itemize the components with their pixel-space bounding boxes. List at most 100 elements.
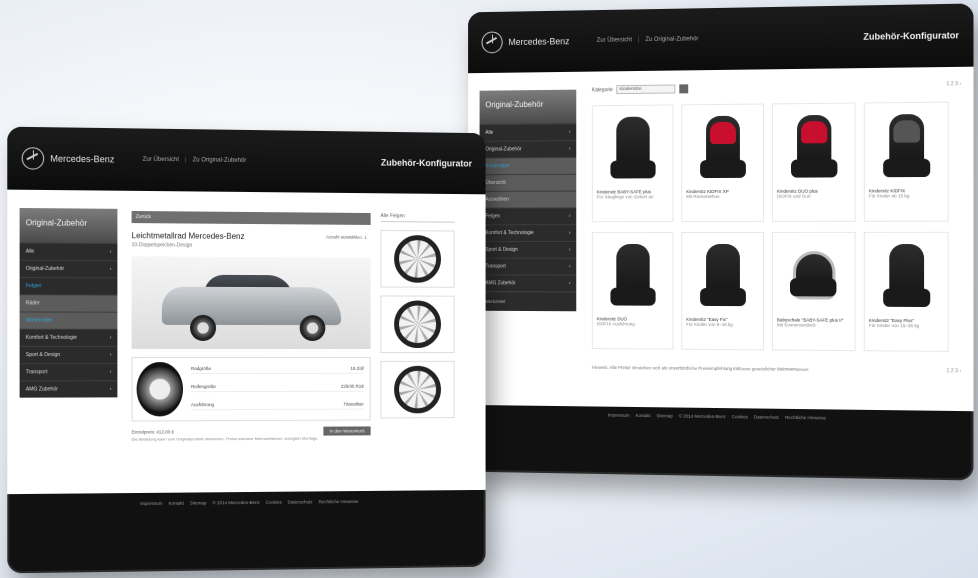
spec-box: Radgröße 18 Zoll Reifengröße 225/45 R18 Au… <box>132 357 371 422</box>
rim-thumbnail[interactable] <box>380 361 454 419</box>
filter-row: Kategorie Kindersitze <box>592 84 689 94</box>
footer-link[interactable]: Sitemap <box>657 413 673 418</box>
breadcrumb-overview-link[interactable]: Zur Übersicht <box>597 37 632 43</box>
chevron-right-icon: › <box>569 264 571 270</box>
baby-carrier-image <box>793 251 835 299</box>
tablet-screen-front: Mercedes-Benz Zur Übersicht | Zu Origina… <box>7 127 485 574</box>
breadcrumb: Zur Übersicht | Zu Original-Zubehör <box>597 36 699 44</box>
footer-links: Impressum Kontakt Sitemap © 2014 Mercede… <box>7 498 485 508</box>
product-detail-panel: Zurück Leichtmetallrad Mercedes-Benz 10-… <box>132 211 371 437</box>
spec-label: Radgröße <box>191 366 211 371</box>
sidebar-item-sport[interactable]: Sport & Design › <box>20 346 118 363</box>
rim-thumbnail[interactable] <box>380 295 454 353</box>
category-select[interactable]: Kindersitze <box>617 84 676 94</box>
sidebar-item-amg[interactable]: AMG Zubehör › <box>480 274 577 291</box>
sidebar-item-rims[interactable]: Felgen <box>20 277 118 295</box>
product-desc: Mit Rückenlehne <box>686 194 759 199</box>
rims-column: Alle Felgen <box>380 213 454 418</box>
child-seat-image <box>889 114 924 177</box>
pagination-bottom[interactable]: 1 2 3 › <box>946 368 961 374</box>
sidebar-item-rims[interactable]: Felgen › <box>480 207 577 224</box>
product-tile[interactable]: Babyschale "BABY-SAFE plus II" Mit Sonnen… <box>772 232 856 351</box>
chevron-right-icon: › <box>110 335 112 341</box>
sidebar-item-label: Komfort & Technologie <box>26 335 77 341</box>
footer-link[interactable]: Datenschutz <box>288 499 313 504</box>
footer-copyright: © 2014 Mercedes-Benz <box>212 500 259 505</box>
sidebar-item-amg[interactable]: AMG Zubehör › <box>20 380 118 397</box>
spec-row: Ausführung Titansilber <box>191 402 364 411</box>
footer-link[interactable]: Impressum <box>140 501 162 506</box>
child-seat-image <box>889 244 924 307</box>
watchlist-link[interactable]: Merkzettel <box>485 299 505 304</box>
sidebar-item-child-seats[interactable]: Kindersitze <box>480 157 577 174</box>
wheel-detail-image <box>137 362 183 416</box>
chevron-right-icon: › <box>569 247 571 253</box>
sidebar-item-label: Winterräder <box>26 318 53 324</box>
sidebar-item-all[interactable]: Alle › <box>480 123 577 141</box>
page-title: Zubehör-Konfigurator <box>863 30 959 42</box>
sidebar-item-all[interactable]: Alle › <box>20 242 118 260</box>
breadcrumb-accessories-link[interactable]: Zu Original-Zubehör <box>193 157 247 164</box>
footer-link[interactable]: Datenschutz <box>754 414 779 419</box>
sidebar-item-label: Felgen <box>485 213 500 219</box>
back-link[interactable]: Zurück <box>132 211 371 225</box>
product-tile[interactable]: Kindersitz "Easy Fix" Für Kinder von 9–18… <box>681 232 764 350</box>
add-to-cart-button[interactable]: In den Warenkorb <box>324 426 371 435</box>
sidebar-item-winter-wheels[interactable]: Winterräder <box>20 311 118 328</box>
product-tile[interactable]: Kindersitz DUO ISOFIX Ausführung <box>592 232 674 350</box>
filter-submit-button[interactable] <box>680 84 689 93</box>
sidebar-item-overview[interactable]: Übersicht <box>480 174 577 191</box>
product-tile[interactable]: Kindersitz BABY-SAFE plus Für Säuglinge v… <box>592 104 674 222</box>
sidebar-item-wheels[interactable]: Räder <box>20 294 118 311</box>
child-seat-image <box>616 117 649 179</box>
footer-link[interactable]: Cookies <box>732 414 748 419</box>
breadcrumb-accessories-link[interactable]: Zu Original-Zubehör <box>645 36 698 43</box>
sidebar-item-label: Transport <box>485 264 505 270</box>
sidebar-heading: Original-Zubehör <box>20 208 118 243</box>
quantity-select[interactable]: Anzahl auswählen: 1 <box>326 235 367 240</box>
rim-thumbnail[interactable] <box>380 230 454 288</box>
sidebar-item-label: Räder <box>26 300 40 306</box>
footer-link[interactable]: Sitemap <box>190 500 207 505</box>
sidebar-item-transport[interactable]: Transport › <box>20 363 118 380</box>
sidebar: Original-Zubehör Alle › Original-Zubehör ›… <box>20 208 118 398</box>
mercedes-star-logo-icon[interactable] <box>22 147 45 170</box>
sidebar-item-comfort[interactable]: Komfort & Technologie › <box>20 329 118 346</box>
sidebar-item-original-accessories[interactable]: Original-Zubehör › <box>20 260 118 278</box>
sidebar-item-transport[interactable]: Transport › <box>480 258 577 275</box>
mercedes-star-logo-icon[interactable] <box>482 31 503 53</box>
footer-link[interactable]: Cookies <box>266 500 282 505</box>
chevron-right-icon: › <box>569 146 571 152</box>
footer-link[interactable]: Kontakt <box>169 501 184 506</box>
chevron-right-icon: › <box>110 266 112 272</box>
main-content: Original-Zubehör Alle › Original-Zubehör ›… <box>7 190 485 495</box>
rims-heading: Alle Felgen <box>380 213 454 223</box>
footer-link[interactable]: Kontakt <box>636 413 651 418</box>
footer-link[interactable]: Rechtliche Hinweise <box>319 499 359 504</box>
breadcrumb-overview-link[interactable]: Zur Übersicht <box>143 157 179 163</box>
sidebar-item-comfort[interactable]: Komfort & Technologie › <box>480 224 577 241</box>
sidebar-item-label: Übersicht <box>485 180 505 186</box>
sidebar-item-label: Kindersitze <box>485 163 509 169</box>
pagination-top[interactable]: 1 2 3 › <box>946 81 961 87</box>
product-tile[interactable]: Kindersitz KIDFIX XP Mit Rückenlehne <box>681 104 764 223</box>
footer-link[interactable]: Rechtliche Hinweise <box>785 415 826 421</box>
sidebar-item-label: Felgen <box>26 283 42 289</box>
product-desc: ISOFIX und Gurt <box>777 194 851 199</box>
product-desc: Mit Sonnenverdeck <box>777 322 851 327</box>
spec-row: Radgröße 18 Zoll <box>191 366 364 374</box>
footer-copyright: © 2014 Mercedes-Benz <box>679 414 726 420</box>
product-subtitle: 10-Doppelspeichen-Design <box>132 242 371 250</box>
product-tile[interactable]: Kindersitz KIDFIX Für Kinder ab 15 kg <box>864 102 949 222</box>
product-tile[interactable]: Kindersitz DUO plus ISOFIX und Gurt <box>772 103 856 222</box>
product-tile[interactable]: Kindersitz "Easy Plus" Für Kinder von 15–… <box>864 232 949 352</box>
header-bar: Mercedes-Benz Zur Übersicht | Zu Origina… <box>468 3 973 73</box>
footer-link[interactable]: Impressum <box>608 413 630 418</box>
chevron-right-icon: › <box>110 352 112 358</box>
sidebar-item-label: Auswählen <box>485 197 509 203</box>
sidebar-item-select[interactable]: Auswählen <box>480 191 577 208</box>
child-seat-image <box>706 244 740 306</box>
sidebar-item-sport[interactable]: Sport & Design › <box>480 241 577 258</box>
spec-value: 18 Zoll <box>350 366 363 371</box>
sidebar-item-original-accessories[interactable]: Original-Zubehör › <box>480 140 577 157</box>
